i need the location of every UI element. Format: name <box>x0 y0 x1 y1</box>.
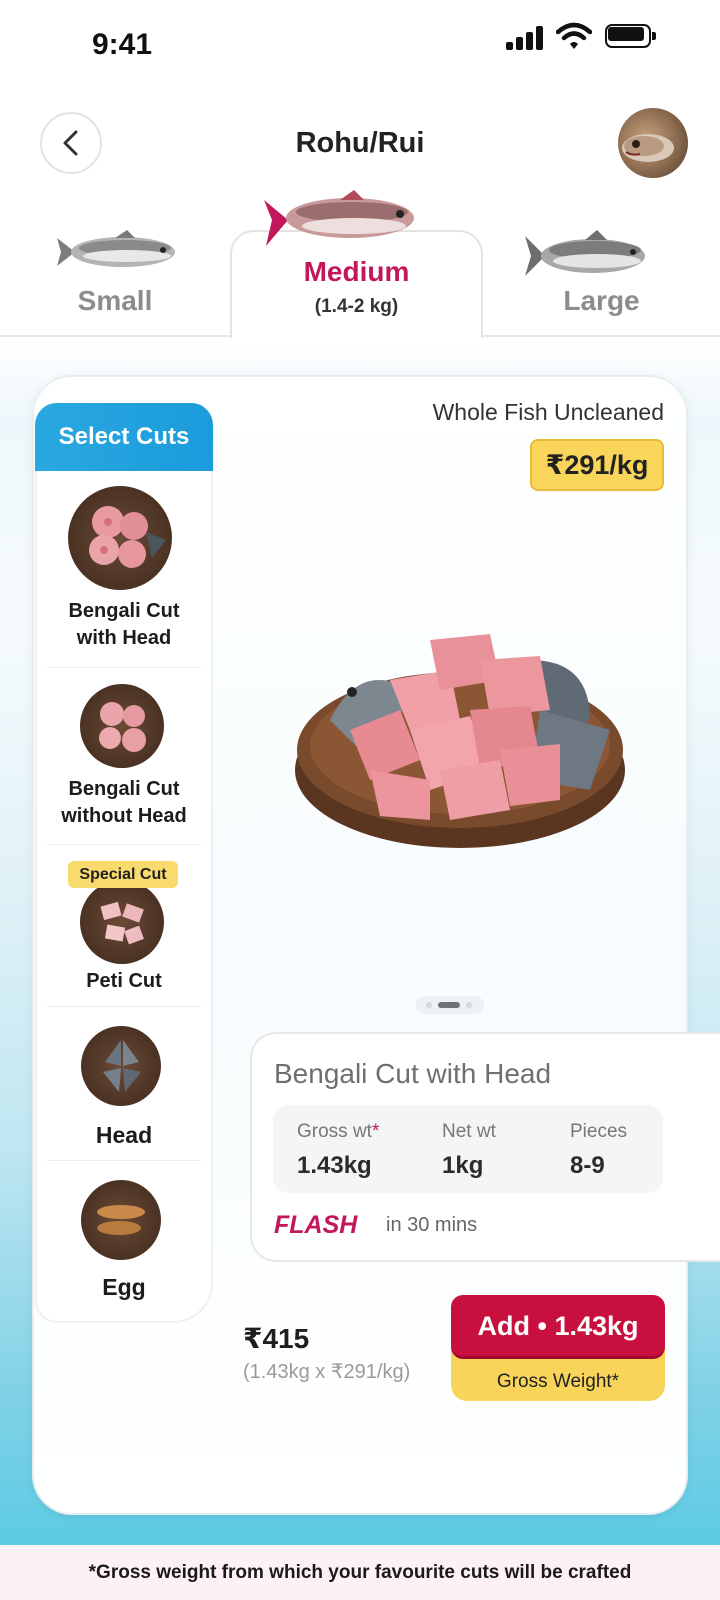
cut-label: Egg <box>102 1274 146 1300</box>
add-to-cart[interactable]: Gross Weight* Add • 1.43kg <box>451 1295 665 1401</box>
net-wt-label: Net wt <box>442 1121 496 1142</box>
cut-item-head[interactable]: Head <box>35 1026 213 1156</box>
net-wt-value: 1kg <box>442 1152 484 1179</box>
cut-label-line1: Bengali Cut <box>68 600 180 622</box>
cut-label-line1: Bengali Cut <box>68 778 180 800</box>
carousel-dot <box>426 1002 432 1008</box>
price-per-kg-badge: ₹291/kg <box>530 439 664 491</box>
carousel-dot-active <box>438 1002 460 1008</box>
fish-avatar[interactable] <box>618 108 688 178</box>
cut-label-line2: with Head <box>76 627 172 649</box>
cut-item-peti[interactable]: Peti Cut <box>35 876 213 996</box>
page-title: Rohu/Rui <box>295 127 425 159</box>
cut-image <box>80 880 164 964</box>
cut-item-egg[interactable]: Egg <box>35 1180 213 1310</box>
pieces-value: 8-9 <box>570 1152 605 1179</box>
footer-note: *Gross weight from which your favourite … <box>0 1545 720 1600</box>
large-fish-icon <box>525 230 645 276</box>
battery-icon <box>605 24 657 48</box>
fish-head-icon <box>622 134 674 162</box>
cut-image <box>80 684 164 768</box>
cut-image <box>81 1180 161 1260</box>
tab-small[interactable]: Small <box>0 230 230 336</box>
cut-details-title: Bengali Cut with Head <box>274 1058 552 1089</box>
medium-fish-icon <box>264 190 414 246</box>
signal-icon <box>506 26 546 50</box>
small-fish-icon <box>57 230 175 267</box>
wifi-icon <box>556 22 592 49</box>
price-calculation: (1.43kg x ₹291/kg) <box>243 1361 411 1383</box>
tab-medium-label: Medium <box>303 256 410 287</box>
flash-logo: FLASH <box>274 1211 358 1239</box>
tab-large[interactable]: Large <box>483 230 720 336</box>
cuts-header: Select Cuts <box>35 403 213 471</box>
cut-item-bengali-with-head[interactable]: Bengali Cut with Head <box>35 486 213 666</box>
tab-small-label: Small <box>77 285 153 316</box>
delivery-time: in 30 mins <box>386 1214 478 1236</box>
product-type: Whole Fish Uncleaned <box>432 399 664 425</box>
special-cut-badge: Special Cut <box>68 861 178 888</box>
cut-image <box>68 486 172 590</box>
cut-label: Head <box>95 1122 153 1148</box>
status-time: 9:41 <box>92 28 153 61</box>
product-image[interactable] <box>290 620 630 860</box>
total-price: ₹415 <box>243 1323 310 1354</box>
cut-label: Peti Cut <box>86 970 162 992</box>
carousel-dot <box>466 1002 472 1008</box>
cut-item-bengali-without-head[interactable]: Bengali Cut without Head <box>35 684 213 834</box>
carousel-dots <box>416 996 484 1014</box>
gross-weight-label: Gross Weight* <box>496 1371 620 1392</box>
add-button[interactable]: Add • 1.43kg <box>451 1295 665 1359</box>
tab-medium-range: (1.4-2 kg) <box>314 296 399 317</box>
gross-wt-label: Gross wt* <box>297 1121 380 1142</box>
cut-divider <box>47 844 201 845</box>
size-tabs: Small Medium (1.4-2 kg) Large <box>0 190 720 340</box>
tab-large-label: Large <box>563 285 640 316</box>
cut-label-line2: without Head <box>61 805 187 827</box>
pieces-label: Pieces <box>570 1121 628 1142</box>
gross-wt-value: 1.43kg <box>297 1152 372 1179</box>
cut-divider <box>47 667 201 668</box>
status-bar: 9:41 <box>0 0 720 90</box>
cut-divider <box>47 1160 201 1161</box>
cut-image <box>81 1026 161 1106</box>
cut-divider <box>47 1006 201 1007</box>
